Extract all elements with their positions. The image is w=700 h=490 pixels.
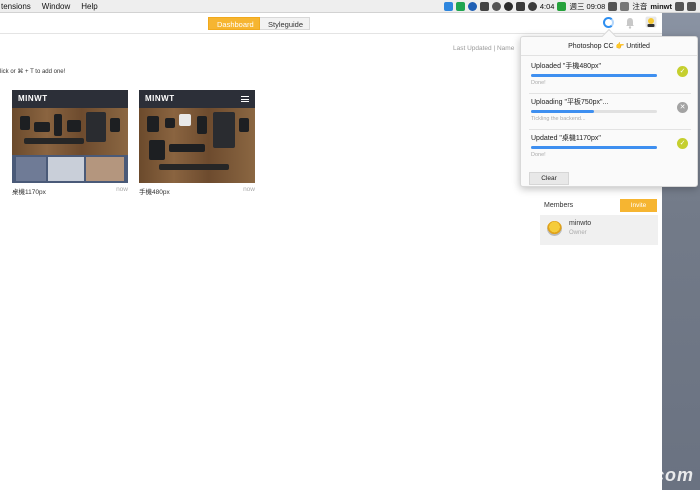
menu-list: tensions Window Help: [1, 1, 109, 12]
view-switch: Dashboard Styleguide: [208, 17, 310, 30]
thumb-image: [12, 108, 128, 155]
status-area: 4:04 週三 09:08 注音 minwt: [443, 1, 696, 12]
avatar: [547, 221, 562, 236]
artboard-thumbnail[interactable]: MINWT: [12, 90, 128, 183]
bell-icon[interactable]: [624, 17, 636, 29]
member-item[interactable]: minwto Owner: [540, 215, 658, 245]
tab-dashboard[interactable]: Dashboard: [208, 17, 260, 30]
upload-progress: [531, 146, 657, 149]
thumb-logo: MINWT: [139, 90, 255, 108]
divider: [529, 93, 691, 94]
thumb-image: [139, 108, 255, 183]
upload-status: Tickling the backend...: [531, 116, 586, 122]
chat-icon[interactable]: [503, 2, 513, 11]
menu-grid-icon[interactable]: [515, 2, 525, 11]
empty-hint: lick or ⌘ + T to add one!: [0, 69, 66, 75]
artboard-card[interactable]: MINWT 桌機1170px now: [12, 90, 128, 196]
user-icon[interactable]: [645, 16, 657, 28]
battery-icon[interactable]: [557, 2, 567, 11]
clock-day[interactable]: 週三 09:08: [569, 1, 605, 12]
upload-progress: [531, 74, 657, 77]
search-icon[interactable]: [675, 2, 684, 11]
check-icon: ✓: [677, 138, 688, 149]
upload-item: Updated "桌機1170px" Done! ✓: [529, 133, 691, 166]
clock-time[interactable]: 4:04: [540, 1, 555, 12]
sync-icon[interactable]: [603, 17, 614, 28]
artboard-name: 桌機1170px: [12, 189, 46, 196]
tab-styleguide[interactable]: Styleguide: [260, 17, 310, 30]
app-toolbar: Dashboard Styleguide: [0, 13, 662, 34]
member-role: Owner: [569, 230, 587, 236]
popover-header: Photoshop CC 👉 Untitled: [521, 37, 697, 56]
user-name[interactable]: minwt: [650, 1, 672, 12]
upload-title: Updated "桌機1170px": [531, 135, 601, 142]
member-name: minwto: [569, 220, 592, 227]
invite-button[interactable]: Invite: [620, 199, 657, 212]
sort-controls[interactable]: Last Updated | Name: [453, 45, 514, 52]
menubar: tensions Window Help 4:04 週三 09:08 注音 mi…: [0, 0, 700, 13]
thumb-photo-strip: [12, 155, 128, 183]
tag-icon[interactable]: [479, 2, 489, 11]
artboard-time: now: [116, 186, 128, 193]
clear-button[interactable]: Clear: [529, 172, 569, 185]
upload-item: Uploaded "手機480px" Done! ✓: [529, 61, 691, 94]
artboard-thumbnail[interactable]: MINWT: [139, 90, 255, 183]
menu-help[interactable]: Help: [81, 1, 97, 12]
input-method[interactable]: 注音: [632, 1, 647, 12]
artboard-time: now: [243, 186, 255, 193]
upload-item: Uploading "平板750px"... Tickling the back…: [529, 97, 691, 130]
cloud-app-icon[interactable]: [443, 2, 453, 11]
upload-popover: Photoshop CC 👉 Untitled Uploaded "手機480p…: [520, 28, 698, 187]
power-icon[interactable]: [527, 2, 537, 11]
check-icon: ✓: [677, 66, 688, 77]
watermark: minwt.com: [590, 465, 694, 485]
upload-status: Done!: [531, 80, 546, 86]
clock-icon[interactable]: [491, 2, 501, 11]
upload-progress: [531, 110, 657, 113]
wifi-icon[interactable]: [608, 2, 618, 11]
menu-extensions[interactable]: tensions: [1, 1, 31, 12]
upload-title: Uploading "平板750px"...: [531, 99, 609, 106]
upload-status: Done!: [531, 152, 546, 158]
thumb-logo: MINWT: [12, 90, 128, 108]
list-icon[interactable]: [687, 2, 696, 11]
members-title: Members: [544, 202, 574, 209]
upload-title: Uploaded "手機480px": [531, 63, 601, 70]
volume-icon[interactable]: [620, 2, 630, 11]
cancel-upload-icon[interactable]: ✕: [677, 102, 688, 113]
evernote-icon[interactable]: [455, 2, 465, 11]
divider: [529, 129, 691, 130]
artboard-card[interactable]: MINWT 手機480px now: [139, 90, 255, 196]
screen: tensions Window Help 4:04 週三 09:08 注音 mi…: [0, 0, 700, 490]
app-icon[interactable]: [467, 2, 477, 11]
menu-window[interactable]: Window: [42, 1, 70, 12]
artboard-name: 手機480px: [139, 189, 170, 196]
hamburger-menu-icon: [241, 96, 249, 102]
